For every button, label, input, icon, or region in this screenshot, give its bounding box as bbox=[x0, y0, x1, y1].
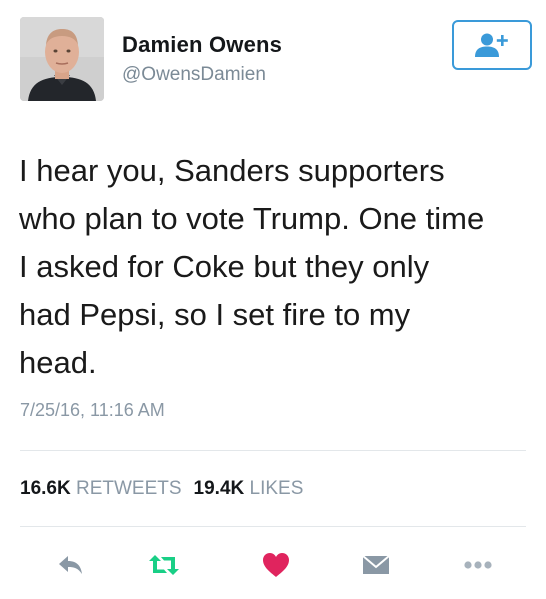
tweet-card: Damien Owens @OwensDamien I hear you, Sa… bbox=[0, 0, 546, 599]
tweet-timestamp[interactable]: 7/25/16, 11:16 AM bbox=[20, 400, 165, 421]
like-button[interactable] bbox=[254, 545, 298, 585]
more-dots-icon bbox=[464, 561, 492, 569]
action-bar bbox=[0, 545, 546, 585]
engagement-stats: 16.6K RETWEETS 19.4K LIKES bbox=[20, 478, 303, 500]
direct-message-button[interactable] bbox=[354, 545, 398, 585]
reply-icon bbox=[59, 556, 82, 574]
follow-button[interactable] bbox=[452, 20, 532, 70]
user-display-name[interactable]: Damien Owens bbox=[122, 32, 282, 58]
avatar-photo bbox=[20, 17, 104, 101]
more-button[interactable] bbox=[456, 545, 500, 585]
avatar[interactable] bbox=[20, 17, 104, 101]
tweet-text-line: I asked for Coke but they only bbox=[19, 249, 430, 284]
retweet-button[interactable] bbox=[142, 545, 186, 585]
retweets-count: 16.6K bbox=[20, 478, 71, 499]
divider bbox=[20, 450, 526, 451]
tweet-text-line: I hear you, Sanders supporters bbox=[19, 153, 445, 188]
user-handle[interactable]: @OwensDamien bbox=[122, 64, 266, 86]
retweets-stat[interactable]: 16.6K RETWEETS bbox=[20, 478, 182, 499]
reply-button[interactable] bbox=[49, 545, 93, 585]
add-user-icon bbox=[475, 33, 508, 57]
tweet-text-line: who plan to vote Trump. One time bbox=[19, 201, 485, 236]
tweet-text-line: had Pepsi, so I set fire to my bbox=[19, 297, 411, 332]
likes-stat[interactable]: 19.4K LIKES bbox=[194, 478, 304, 499]
envelope-icon bbox=[362, 555, 390, 574]
retweet-icon bbox=[149, 555, 179, 575]
tweet-text-line: head. bbox=[19, 345, 97, 380]
heart-icon bbox=[263, 553, 289, 577]
divider bbox=[20, 526, 526, 527]
likes-count: 19.4K bbox=[193, 478, 245, 499]
retweets-label: RETWEETS bbox=[75, 478, 182, 499]
tweet-text: I hear you, Sanders supporters who plan … bbox=[19, 147, 529, 387]
likes-label: LIKES bbox=[249, 478, 304, 499]
